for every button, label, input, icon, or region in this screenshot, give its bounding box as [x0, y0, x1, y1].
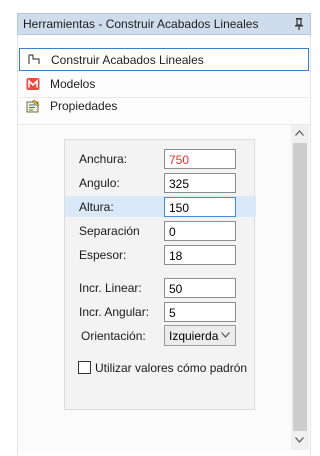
parameters-group: Anchura: 750 Angulo: 325 Altura: 150 Sep… — [64, 139, 256, 410]
orientacion-label: Orientación: — [81, 329, 146, 343]
field-row-angulo: Angulo: 325 — [65, 172, 256, 193]
default-values-label: Utilizar valores cómo padrón — [95, 361, 248, 375]
scroll-area: Anchura: 750 Angulo: 325 Altura: 150 Sep… — [20, 127, 292, 447]
field-row-separacion: Separación 0 — [65, 220, 256, 241]
espesor-label: Espesor: — [79, 248, 127, 262]
linear-finish-icon — [28, 54, 40, 64]
incr-angular-input[interactable]: 5 — [164, 302, 236, 322]
window-title: Herramientas - Construir Acabados Lineal… — [23, 17, 259, 31]
field-row-espesor: Espesor: 18 — [65, 244, 256, 265]
separacion-label: Separación — [79, 224, 140, 238]
scroll-up-button[interactable] — [291, 125, 309, 142]
angulo-label: Angulo: — [79, 176, 120, 190]
separacion-input[interactable]: 0 — [164, 221, 236, 241]
field-row-anchura: Anchura: 750 — [65, 148, 256, 169]
tool-panel: Construir Acabados Lineales Modelos Prop… — [17, 35, 311, 456]
angulo-input[interactable]: 325 — [164, 173, 236, 193]
nav-item-propiedades[interactable]: Propiedades — [19, 95, 309, 118]
scroll-down-button[interactable] — [291, 432, 309, 449]
default-values-checkbox-row[interactable]: Utilizar valores cómo padrón — [78, 360, 248, 376]
incr-linear-label: Incr. Linear: — [79, 281, 142, 295]
chevron-down-icon — [221, 332, 230, 338]
nav-item-label: Construir Acabados Lineales — [51, 53, 204, 67]
anchura-input[interactable]: 750 — [164, 149, 236, 169]
chevron-down-icon — [295, 437, 304, 443]
altura-input[interactable]: 150 — [164, 197, 236, 217]
models-m-icon — [26, 78, 40, 90]
orientacion-value: Izquierda — [169, 329, 219, 343]
nav-item-construir-acabados[interactable]: Construir Acabados Lineales — [19, 48, 309, 71]
incr-linear-input[interactable]: 50 — [164, 278, 236, 298]
orientacion-select[interactable]: Izquierda — [164, 325, 236, 346]
field-row-altura: Altura: 150 — [65, 196, 256, 217]
chevron-up-icon — [295, 130, 304, 136]
properties-icon — [26, 99, 40, 113]
anchura-label: Anchura: — [79, 152, 128, 166]
vertical-scrollbar[interactable] — [291, 125, 309, 450]
altura-label: Altura: — [79, 200, 114, 214]
pin-icon[interactable] — [294, 17, 304, 31]
nav-item-label: Modelos — [50, 77, 96, 91]
incr-angular-label: Incr. Angular: — [79, 305, 150, 319]
nav-item-label: Propiedades — [50, 99, 118, 113]
scroll-thumb[interactable] — [293, 143, 307, 431]
field-row-incr-angular: Incr. Angular: 5 — [65, 301, 256, 322]
nav-item-modelos[interactable]: Modelos — [19, 73, 309, 96]
espesor-input[interactable]: 18 — [164, 245, 236, 265]
tool-window-titlebar: Herramientas - Construir Acabados Lineal… — [17, 13, 311, 35]
field-row-orientacion: Orientación: Izquierda — [65, 325, 256, 346]
default-values-checkbox[interactable] — [78, 361, 91, 374]
field-row-incr-linear: Incr. Linear: 50 — [65, 277, 256, 298]
properties-content: Anchura: 750 Angulo: 325 Altura: 150 Sep… — [18, 124, 310, 450]
